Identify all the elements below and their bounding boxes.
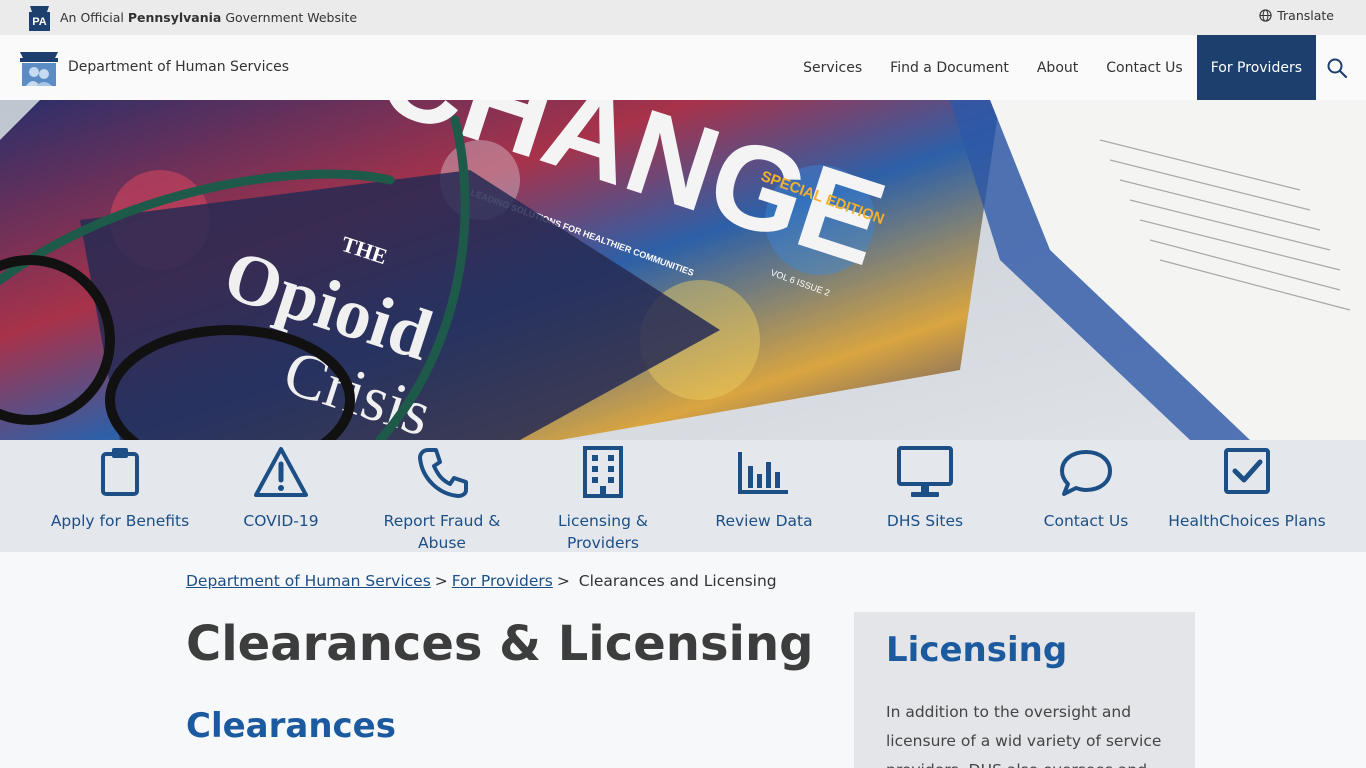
quick-link-licensing-providers[interactable]: Licensing & Providers — [523, 444, 683, 554]
quick-link-report-fraud-abuse[interactable]: Report Fraud & Abuse — [362, 444, 522, 554]
breadcrumb-current: Clearances and Licensing — [578, 572, 777, 590]
bar-chart-icon — [738, 452, 788, 494]
building-icon — [583, 446, 623, 498]
quick-link-dhs-sites[interactable]: DHS Sites — [845, 444, 1005, 532]
licensing-sidebar: Licensing In addition to the oversight a… — [854, 612, 1195, 768]
nav-contact-us[interactable]: Contact Us — [1092, 35, 1196, 100]
translate-button[interactable]: Translate — [1259, 8, 1334, 23]
nav-for-providers[interactable]: For Providers — [1196, 35, 1316, 100]
site-header: Department of Human Services Services Fi… — [0, 35, 1366, 100]
quick-link-covid-19[interactable]: COVID-19 — [201, 444, 361, 532]
hero-photo-illustration: CHANGE SPECIAL EDITION LEADING SOLUTIONS… — [0, 100, 1366, 440]
pa-keystone-badge-icon: PA — [29, 6, 50, 31]
monitor-icon — [897, 446, 953, 497]
page-title: Clearances & Licensing — [186, 616, 814, 672]
phone-icon — [418, 448, 468, 498]
official-website-notice: An Official Pennsylvania Government Webs… — [60, 10, 358, 25]
sidebar-text: In addition to the oversight and licensu… — [886, 703, 1162, 768]
sidebar-title: Licensing — [886, 630, 1068, 670]
dhs-logo-icon[interactable] — [18, 48, 60, 88]
quick-link-label: HealthChoices Plans — [1168, 512, 1326, 530]
quick-link-label: Contact Us — [1043, 512, 1129, 530]
search-icon[interactable] — [1326, 57, 1348, 79]
breadcrumb-for-providers-link[interactable]: For Providers — [452, 572, 553, 590]
quick-link-label: Licensing & Providers — [558, 512, 648, 552]
quick-link-label: Review Data — [715, 512, 813, 530]
breadcrumb: Department of Human Services > For Provide… — [186, 572, 777, 590]
svg-text:PA: PA — [32, 16, 47, 28]
clipboard-icon — [101, 448, 139, 496]
checkbox-icon — [1224, 448, 1270, 494]
section-title-clearances: Clearances — [186, 706, 396, 746]
nav-services[interactable]: Services — [789, 35, 876, 100]
official-government-bar: PA An Official Pennsylvania Government W… — [0, 0, 1366, 35]
quick-link-contact-us[interactable]: Contact Us — [1006, 444, 1166, 532]
hero-image: CHANGE SPECIAL EDITION LEADING SOLUTIONS… — [0, 100, 1366, 440]
quick-links-bar: Apply for Benefits COVID-19 Report Fraud… — [0, 440, 1366, 552]
chat-bubble-icon — [1060, 450, 1112, 496]
quick-link-label: Report Fraud & Abuse — [383, 512, 501, 552]
nav-find-a-document[interactable]: Find a Document — [876, 35, 1023, 100]
quick-link-label: Apply for Benefits — [50, 512, 190, 530]
department-name[interactable]: Department of Human Services — [68, 59, 289, 75]
translate-label: Translate — [1277, 8, 1334, 23]
warning-icon — [254, 447, 308, 497]
quick-link-apply-for-benefits[interactable]: Apply for Benefits — [40, 444, 200, 532]
main-navigation: Services Find a Document About Contact U… — [789, 35, 1316, 100]
breadcrumb-home-link[interactable]: Department of Human Services — [186, 572, 431, 590]
quick-link-label: COVID-19 — [243, 512, 319, 530]
globe-icon — [1259, 9, 1272, 22]
quick-link-healthchoices-plans[interactable]: HealthChoices Plans — [1167, 444, 1327, 532]
quick-link-review-data[interactable]: Review Data — [684, 444, 844, 532]
nav-about[interactable]: About — [1023, 35, 1092, 100]
quick-link-label: DHS Sites — [886, 512, 964, 530]
